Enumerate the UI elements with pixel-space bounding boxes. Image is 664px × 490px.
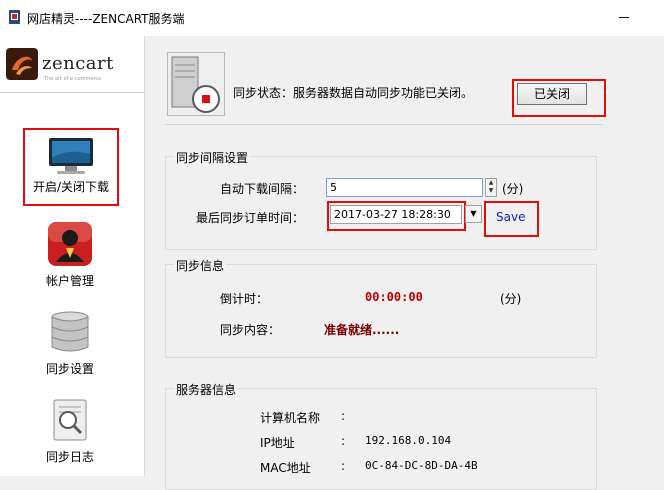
logo-tagline: The art of e-commerce [44,76,102,82]
sidebar-item-label: 同步设置 [45,362,94,376]
server-status-icon [167,52,225,116]
ip-value: 192.168.0.104 [365,434,452,447]
countdown-value: 00:00:00 [365,290,423,304]
main-panel: 同步状态：服务器数据自动同步功能已关闭。 已关闭 同步间隔设置 自动下载间隔： … [145,36,664,490]
sidebar-item-account[interactable]: 帐户管理 [20,216,120,296]
sidebar-item-toggle-download[interactable]: 开启/关闭下载 [23,128,119,206]
database-icon [51,311,89,352]
group-title: 服务器信息 [174,381,239,398]
computer-name-label: 计算机名称 [260,411,321,425]
mac-value: 0C-84-DC-8D-DA-4B [365,459,478,472]
sidebar-item-sync-settings[interactable]: 同步设置 [20,304,120,384]
sync-status-text: 同步状态：服务器数据自动同步功能已关闭。 [233,86,474,100]
sidebar-item-label: 开启/关闭下载 [32,180,110,194]
chevron-down-icon[interactable]: ▼ [465,205,482,223]
title-bar: 网店精灵----ZENCART服务端 [0,0,664,36]
window-title: 网店精灵----ZENCART服务端 [27,12,185,26]
interval-stepper[interactable]: ▲ ▼ [485,178,497,197]
sidebar-item-label: 帐户管理 [45,274,94,288]
zencart-logo-icon [6,48,38,80]
logo-text: zencart [42,53,114,74]
account-icon [48,222,92,266]
ip-label: IP地址 [260,436,295,450]
last-sync-time-field[interactable]: 2017-03-27 18:28:30 [330,205,462,224]
chevron-up-icon[interactable]: ▲ [486,179,496,187]
separator [165,124,603,125]
log-icon [53,399,87,441]
server-info-group: 服务器信息 计算机名称 : IP地址 : 192.168.0.104 MAC地址… [165,381,597,490]
minimize-button[interactable] [619,17,629,18]
separator-colon: : [341,409,346,423]
sync-content-label: 同步内容： [220,323,281,337]
sidebar-item-label: 同步日志 [45,450,94,464]
sync-interval-group: 同步间隔设置 自动下载间隔： 5 ▲ ▼ (分) 最后同步订单时间： 2017-… [165,149,597,250]
chevron-down-icon[interactable]: ▼ [486,187,496,195]
auto-download-label: 自动下载间隔： [220,182,305,196]
countdown-unit: (分) [500,292,522,306]
sidebar-item-sync-log[interactable]: 同步日志 [20,392,120,472]
group-title: 同步间隔设置 [174,149,251,166]
separator-colon: : [341,459,346,473]
sync-info-group: 同步信息 倒计时： 00:00:00 (分) 同步内容： 准备就绪...... [165,257,597,358]
countdown-label: 倒计时： [220,292,269,306]
save-button[interactable]: Save [496,210,525,224]
logo: zencart The art of e-commerce [0,36,144,93]
separator-colon: : [341,434,346,448]
toggle-sync-button[interactable]: 已关闭 [517,83,587,105]
mac-label: MAC地址 [260,461,311,475]
auto-download-interval-input[interactable]: 5 [326,178,483,197]
interval-unit: (分) [502,182,524,196]
app-icon [9,10,20,24]
group-title: 同步信息 [174,257,227,274]
server-stop-icon [171,56,220,113]
monitor-icon [49,138,93,174]
sync-content-value: 准备就绪...... [324,323,400,337]
last-sync-label: 最后同步订单时间： [196,211,305,225]
sidebar: zencart The art of e-commerce 开启/关闭下载 帐户… [0,36,145,476]
